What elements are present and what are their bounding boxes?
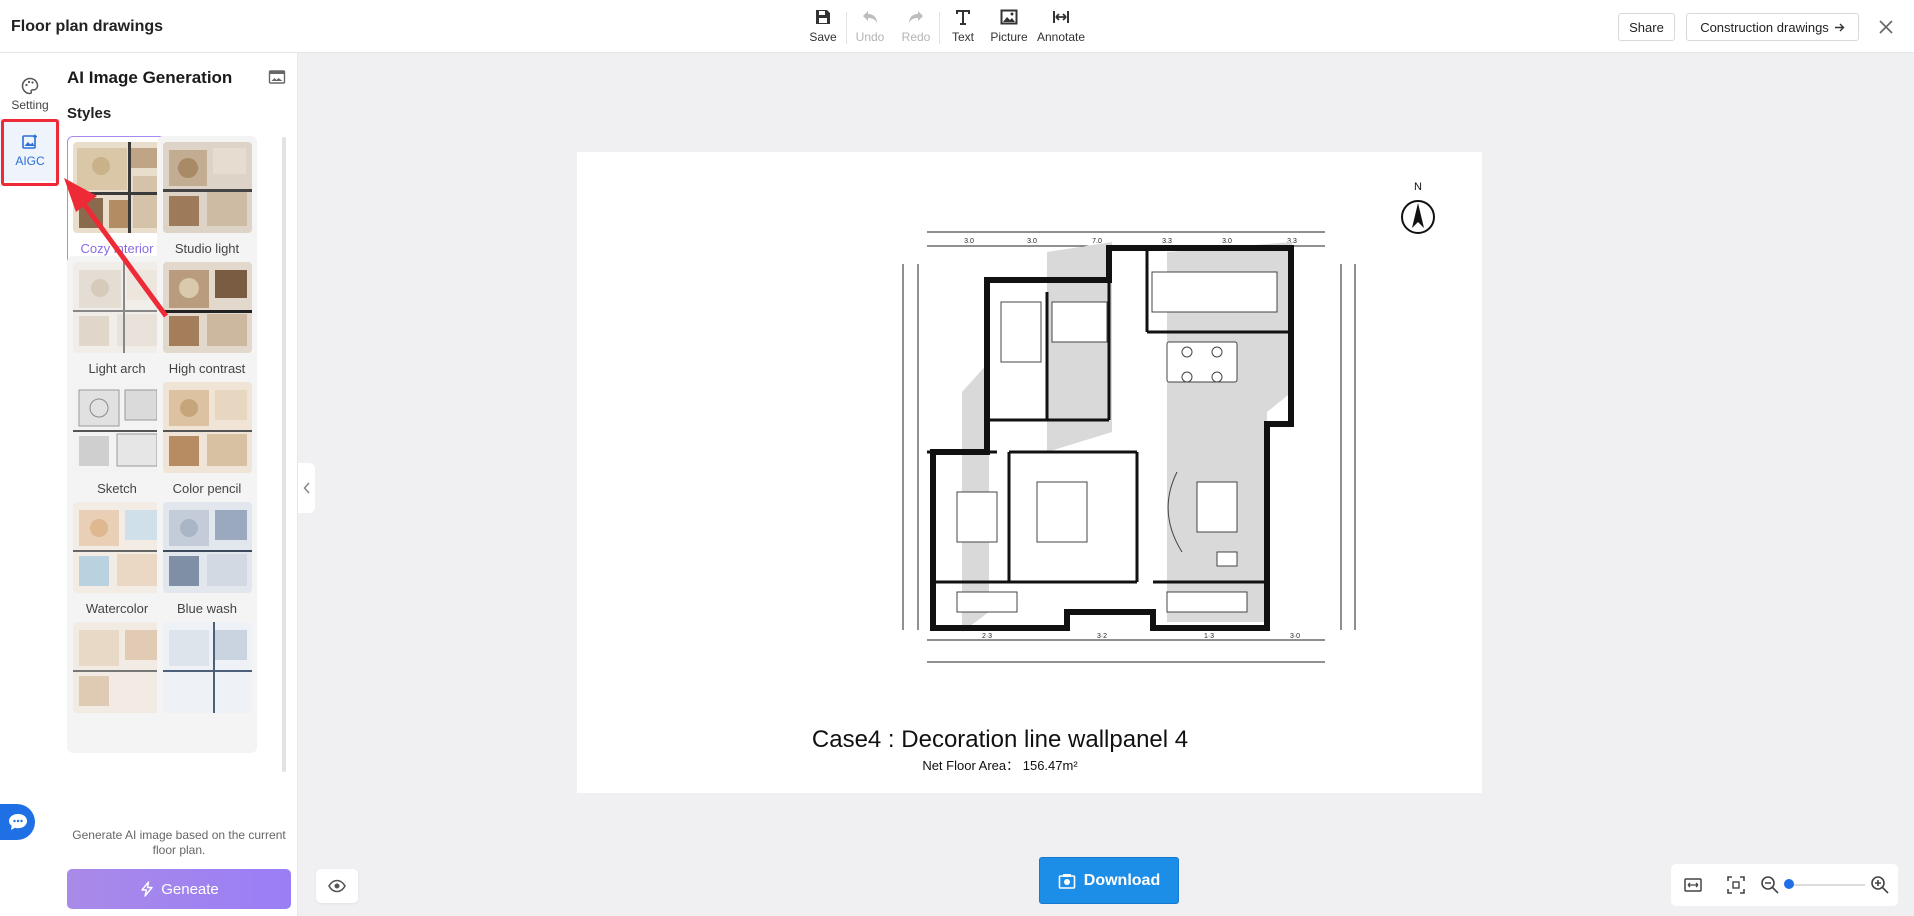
style-thumbnail [163, 622, 252, 713]
zoom-in-icon[interactable] [1870, 875, 1890, 895]
arrow-right-icon [1834, 23, 1845, 31]
download-label: Download [1083, 871, 1161, 889]
undo-icon [863, 11, 877, 23]
dimension-label: 3.0 [1222, 238, 1232, 245]
style-card-label: Blue wash [177, 601, 237, 616]
style-card-label: Watercolor [85, 601, 149, 616]
style-card-color-pencil[interactable]: Color pencil [157, 376, 257, 513]
redo-icon [909, 11, 923, 23]
download-button[interactable]: Download [1039, 857, 1179, 904]
generate-hint: Generate AI image based on the current f… [72, 828, 286, 857]
annotation-arrow [64, 178, 169, 318]
compass-label: N [1414, 181, 1422, 193]
construction-drawings-button[interactable]: Construction drawings [1686, 13, 1859, 41]
text-icon [956, 10, 970, 25]
chat-icon [8, 814, 27, 830]
net-floor-area: Net Floor Area： 156.47m² [922, 758, 1078, 773]
chat-support-button[interactable] [0, 804, 35, 840]
redo-button[interactable]: Redo [893, 8, 939, 48]
dimension-label: 3.3 [1162, 238, 1172, 245]
toolbar: Save Undo Redo Text Picture Annotate [800, 8, 1090, 48]
style-thumbnail [163, 502, 252, 593]
undo-button[interactable]: Undo [847, 8, 893, 48]
style-card-label: Light arch [88, 361, 146, 376]
dimension-label: 3.0 [964, 238, 974, 245]
construction-drawings-label: Construction drawings [1700, 19, 1829, 35]
fit-screen-icon[interactable] [1726, 875, 1746, 895]
style-card-label: High contrast [168, 361, 246, 376]
style-card-label: Sketch [97, 481, 137, 496]
zoom-slider-handle[interactable] [1784, 879, 1794, 889]
generate-label: Geneate [161, 880, 219, 898]
text-tool-button[interactable]: Text [940, 8, 986, 48]
close-icon [1879, 20, 1893, 34]
text-tool-label: Text [951, 30, 974, 44]
download-image-icon [1058, 873, 1076, 889]
style-card-watercolor[interactable]: Watercolor [67, 496, 167, 633]
style-card-blue-wash[interactable]: Blue wash [157, 496, 257, 633]
picture-tool-button[interactable]: Picture [986, 8, 1032, 48]
dimension-icon [1053, 11, 1069, 23]
generate-button[interactable]: Geneate [67, 869, 291, 909]
undo-label: Undo [855, 30, 885, 44]
zoom-out-icon[interactable] [1760, 875, 1780, 895]
preview-toggle-button[interactable] [316, 869, 358, 903]
annotate-tool-button[interactable]: Annotate [1032, 8, 1090, 48]
style-card-label: Color pencil [172, 481, 242, 496]
dimension-label: 3·0 [1290, 633, 1300, 640]
close-button[interactable] [1876, 17, 1896, 37]
fit-width-icon[interactable] [1683, 875, 1703, 895]
dimension-label: 2·3 [982, 633, 992, 640]
lightning-icon [141, 881, 153, 897]
zoom-controls [1671, 864, 1898, 906]
save-label: Save [809, 30, 837, 44]
style-thumbnail [163, 382, 252, 473]
dimension-label: 3·2 [1097, 633, 1107, 640]
save-button[interactable]: Save [800, 8, 846, 48]
dimension-label: 3.0 [1027, 238, 1037, 245]
chevron-left-icon [302, 482, 310, 494]
style-thumbnail [73, 622, 162, 713]
picture-icon [1000, 9, 1018, 25]
floor-plan-drawing: N 3.0 3.0 7.0 3.3 3.0 3.3 2·3 3·2 1·3 3·… [902, 181, 1435, 663]
share-button[interactable]: Share [1618, 13, 1675, 41]
picture-tool-label: Picture [990, 30, 1028, 44]
style-card[interactable] [67, 616, 167, 753]
eye-icon [328, 879, 346, 893]
annotate-tool-label: Annotate [1036, 30, 1086, 44]
drawing-canvas[interactable]: N 3.0 3.0 7.0 3.3 3.0 3.3 2·3 3·2 1·3 3·… [577, 152, 1482, 793]
dimension-label: 1·3 [1204, 633, 1214, 640]
collapse-panel-button[interactable] [298, 463, 315, 513]
style-thumbnail [73, 382, 162, 473]
north-compass-icon [1401, 200, 1435, 234]
style-thumbnail [73, 502, 162, 593]
zoom-slider-track[interactable] [1785, 884, 1865, 886]
style-card-sketch[interactable]: Sketch [67, 376, 167, 513]
save-icon [816, 10, 830, 24]
redo-label: Redo [901, 30, 931, 44]
case-title: Case4 : Decoration line wallpanel 4 [811, 726, 1189, 753]
app-root: Floor plan drawings Save Undo Redo Text [0, 0, 1914, 916]
style-card[interactable] [157, 616, 257, 753]
